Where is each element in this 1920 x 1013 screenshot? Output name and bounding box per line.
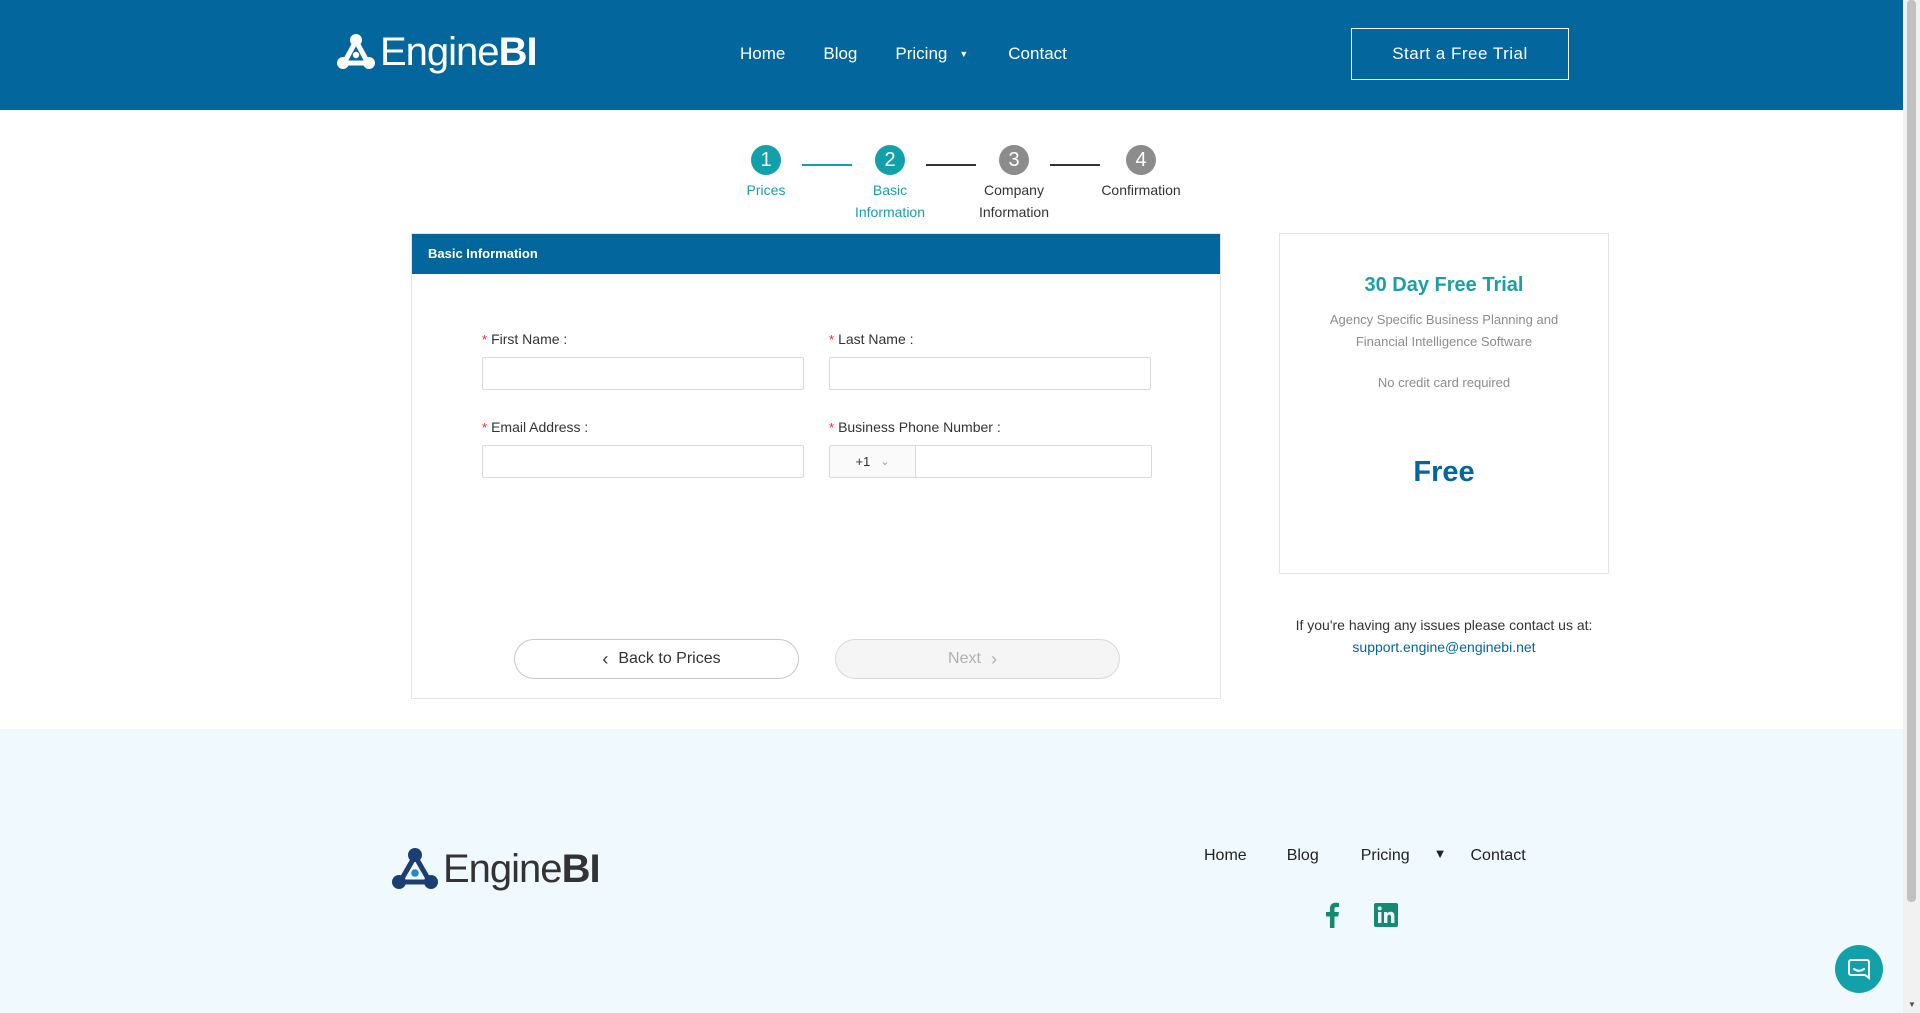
next-button-label: Next [948,650,981,667]
footer-nav-contact[interactable]: Contact [1471,847,1526,865]
enginebi-logo-icon [337,34,375,69]
last-name-field: * Last Name : [829,331,1151,390]
footer-logo[interactable]: EngineBI [391,847,601,891]
step-label: Company Information [978,182,1050,220]
scrollbar-thumb[interactable] [1907,0,1916,902]
step-label: Prices [746,182,786,198]
step-label: Confirmation [1101,182,1181,198]
nav-blog[interactable]: Blog [823,44,857,64]
no-credit-card-note: No credit card required [1377,375,1511,390]
nav-home[interactable]: Home [740,44,785,64]
required-mark: * [482,420,488,435]
country-code-select[interactable]: +1 ⌄ [829,445,915,478]
footer-nav-pricing[interactable]: Pricing ▼ [1360,845,1447,865]
logo-wordmark: EngineBI [380,30,538,74]
next-button[interactable]: Next › [835,639,1120,679]
logo-wordmark: EngineBI [443,847,601,891]
trial-title: 30 Day Free Trial [1364,274,1524,296]
step-number: 2 [875,145,905,175]
free-trial-card: 30 Day Free Trial Agency Specific Busine… [1279,233,1609,574]
nav-pricing-label: Pricing [895,44,948,63]
caret-down-icon: ▼ [959,49,969,59]
phone-number-input[interactable] [915,445,1152,478]
email-field: * Email Address : [482,419,804,478]
required-mark: * [482,332,488,347]
back-button-label: Back to Prices [618,650,721,667]
enginebi-logo-icon [392,848,438,889]
required-mark: * [829,332,835,347]
page-scrollbar[interactable]: ▼ [1903,0,1920,1013]
form-title: Basic Information [412,234,1220,274]
email-label: * Email Address : [482,419,589,435]
facebook-icon[interactable] [1319,902,1345,928]
site-footer: EngineBI Home Blog Pricing ▼ Contact [0,729,1903,1013]
step-confirmation: 4 Confirmation [1078,145,1204,201]
chevron-right-icon: › [990,649,997,669]
caret-down-icon: ▼ [1433,845,1447,861]
step-label: Basic Information [854,182,926,220]
first-name-field: * First Name : [482,331,804,390]
step-basic-information: 2 Basic Information [830,145,950,223]
required-mark: * [829,420,835,435]
footer-nav-blog[interactable]: Blog [1287,847,1319,865]
start-free-trial-button[interactable]: Start a Free Trial [1351,28,1569,80]
chat-icon [1848,959,1870,980]
site-header: EngineBI Home Blog Pricing ▼ Contact Sta… [0,0,1903,110]
last-name-input[interactable] [829,357,1151,390]
nav-contact[interactable]: Contact [1008,44,1067,64]
support-email-link[interactable]: support.engine@enginebi.net [1279,636,1609,658]
trial-price: Free [1413,456,1475,488]
step-number: 3 [999,145,1029,175]
phone-label: * Business Phone Number : [829,419,1001,435]
step-number: 4 [1126,145,1156,175]
back-to-prices-button[interactable]: ‹ Back to Prices [514,639,799,679]
header-nav: Home Blog Pricing ▼ Contact [740,44,1067,64]
footer-nav: Home Blog Pricing ▼ Contact [1204,845,1526,865]
chevron-down-icon: ⌄ [880,456,890,468]
scroll-down-arrow-icon[interactable]: ▼ [1908,1000,1916,1009]
email-input[interactable] [482,445,804,478]
phone-input-group: +1 ⌄ [829,445,1152,478]
footer-nav-home[interactable]: Home [1204,847,1247,865]
trial-description: Agency Specific Business Planning and Fi… [1329,312,1559,349]
first-name-input[interactable] [482,357,804,390]
step-prices: 1 Prices [706,145,826,201]
chat-support-button[interactable] [1835,945,1883,993]
phone-field: * Business Phone Number : +1 ⌄ [829,419,1152,478]
basic-information-form: Basic Information * First Name : * Last Na… [411,233,1221,699]
support-contact: If you're having any issues please conta… [1279,614,1609,658]
step-number: 1 [751,145,781,175]
nav-pricing[interactable]: Pricing ▼ [895,44,968,64]
last-name-label: * Last Name : [829,331,914,347]
chevron-left-icon: ‹ [602,649,609,669]
footer-nav-pricing-label: Pricing [1360,847,1410,864]
header-logo[interactable]: EngineBI [336,30,538,74]
support-note: If you're having any issues please conta… [1295,617,1593,633]
first-name-label: * First Name : [482,331,568,347]
linkedin-icon[interactable] [1373,902,1399,928]
country-code-value: +1 [855,454,871,469]
step-company-information: 3 Company Information [954,145,1074,223]
